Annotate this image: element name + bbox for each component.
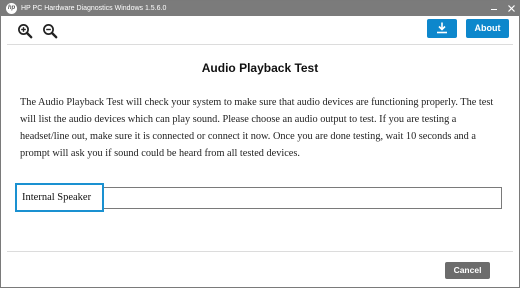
minimize-button[interactable] <box>487 1 501 16</box>
app-window: hp HP PC Hardware Diagnostics Windows 1.… <box>0 0 520 288</box>
zoom-out-icon[interactable] <box>42 23 58 39</box>
cancel-button[interactable]: Cancel <box>445 262 490 279</box>
test-description: The Audio Playback Test will check your … <box>20 97 494 159</box>
download-button[interactable] <box>427 19 457 38</box>
device-option-internal-speaker[interactable]: Internal Speaker <box>15 183 104 212</box>
hp-logo-icon: hp <box>6 3 17 14</box>
title-bar: hp HP PC Hardware Diagnostics Windows 1.… <box>1 1 519 16</box>
bottom-divider <box>7 251 513 252</box>
about-button[interactable]: About <box>466 19 509 38</box>
download-icon <box>437 22 447 34</box>
close-icon <box>508 5 515 12</box>
top-divider <box>7 44 513 45</box>
audio-device-list: Internal Speaker <box>15 183 502 212</box>
close-button[interactable] <box>504 1 518 16</box>
hp-logo-text: hp <box>7 5 16 11</box>
window-title: HP PC Hardware Diagnostics Windows 1.5.6… <box>21 5 167 12</box>
zoom-in-icon[interactable] <box>17 23 33 39</box>
page-title: Audio Playback Test <box>201 61 319 75</box>
